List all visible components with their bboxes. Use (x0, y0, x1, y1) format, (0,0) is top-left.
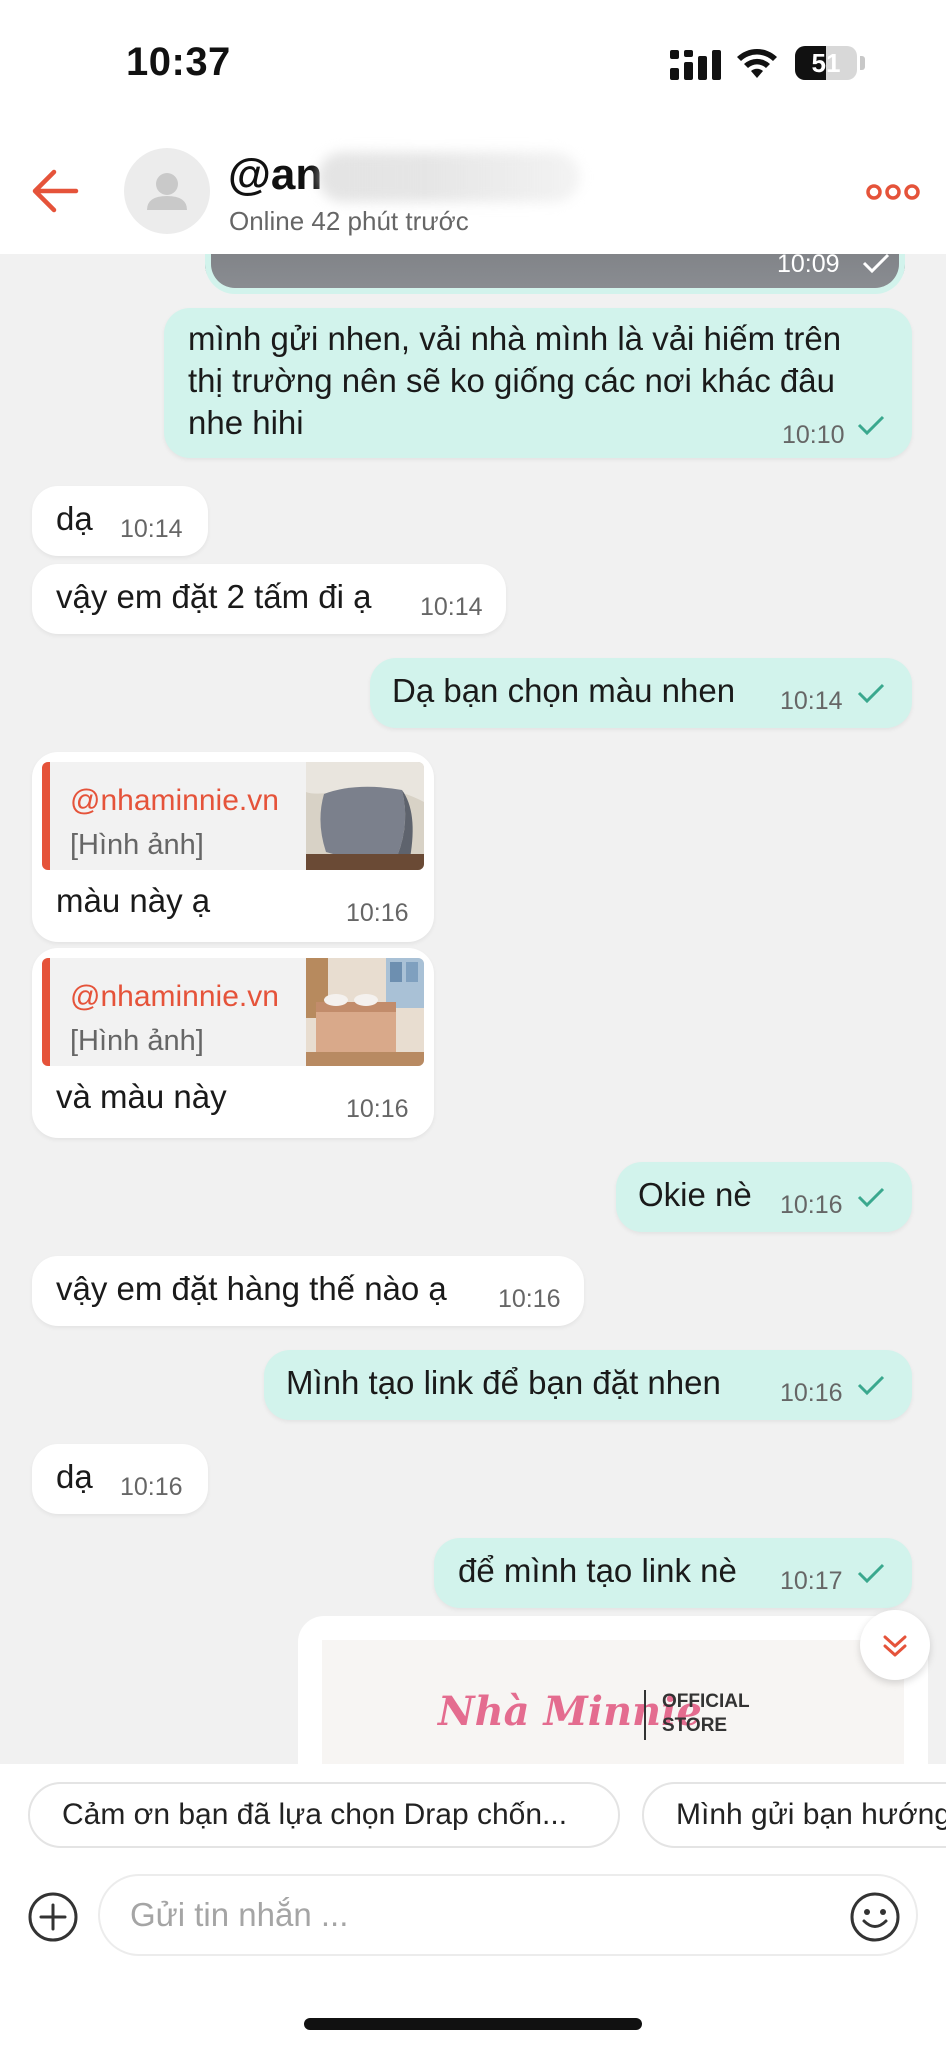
signal-icon (670, 50, 721, 80)
store-line: STORE (662, 1715, 728, 1736)
wifi-icon (737, 49, 777, 78)
product-banner: Nhà Minnie OFFICIAL STORE (322, 1640, 904, 1764)
message-bubble[interactable]: vậy em đặt hàng thế nào ạ 10:16 (32, 1256, 584, 1326)
chat-header: @an Online 42 phút trước (0, 130, 946, 254)
quote-username: @nhaminnie.vn (70, 784, 279, 817)
message-bubble[interactable]: vậy em đặt 2 tấm đi ạ 10:14 (32, 564, 506, 634)
message-text: màu này ạ (56, 882, 211, 919)
message-bubble[interactable]: Mình tạo link để bạn đặt nhen 10:16 (264, 1350, 912, 1420)
quote-thumbnail[interactable] (306, 958, 424, 1066)
status-bar: 10:37 51 (0, 0, 946, 130)
brand-divider (644, 1690, 646, 1740)
message-time: 10:16 (780, 1379, 843, 1407)
message-text: nhe hihi (188, 404, 304, 441)
message-time: 10:14 (120, 515, 183, 543)
message-time: 10:10 (782, 421, 845, 449)
battery-icon: 51 (795, 46, 857, 80)
emoji-icon[interactable] (848, 1890, 902, 1944)
official-line: OFFICIAL (662, 1691, 750, 1712)
contact-name[interactable]: @an (228, 150, 322, 200)
quick-reply-chip[interactable]: Mình gửi bạn hướng (642, 1782, 946, 1848)
message-text: vậy em đặt 2 tấm đi ạ (56, 578, 372, 615)
quick-reply-chip[interactable]: Cảm ơn bạn đã lựa chọn Drap chốn... (28, 1782, 620, 1848)
quick-reply-bar[interactable]: Cảm ơn bạn đã lựa chọn Drap chốn... Mình… (0, 1764, 946, 1868)
message-time: 10:14 (420, 593, 483, 621)
message-bubble[interactable]: @nhaminnie.vn [Hình ảnh] và màu này 10:1… (32, 948, 434, 1138)
double-chevron-down-icon (883, 1635, 907, 1657)
message-bubble[interactable]: Okie nè 10:16 (616, 1162, 912, 1232)
user-placeholder-icon (147, 173, 187, 210)
check-icon (857, 683, 885, 704)
message-text: dạ (56, 500, 93, 537)
message-text: Dạ bạn chọn màu nhen (392, 672, 736, 709)
message-bubble[interactable]: dạ 10:16 (32, 1444, 208, 1514)
quote-accent-bar (42, 762, 50, 870)
official-store-label: OFFICIAL STORE (662, 1690, 750, 1738)
avatar[interactable] (124, 148, 210, 234)
quote-type: [Hình ảnh] (70, 1025, 204, 1057)
product-link-card[interactable]: Nhà Minnie OFFICIAL STORE (298, 1616, 928, 1764)
message-bubble[interactable]: mình gửi nhen, vải nhà mình là vải hiếm … (164, 308, 912, 458)
quoted-message[interactable]: @nhaminnie.vn [Hình ảnh] (42, 762, 424, 870)
status-time: 10:37 (126, 40, 231, 84)
plus-circle-icon[interactable] (26, 1890, 80, 1944)
message-bubble[interactable]: để mình tạo link nè 10:17 (434, 1538, 912, 1608)
message-time: 10:14 (780, 687, 843, 715)
message-text: thị trường nên sẽ ko giống các nơi khác … (188, 362, 835, 399)
message-time: 10:16 (498, 1285, 561, 1313)
quoted-message[interactable]: @nhaminnie.vn [Hình ảnh] (42, 958, 424, 1066)
check-icon (857, 1375, 885, 1396)
composer (0, 1868, 946, 2048)
message-text: để mình tạo link nè (458, 1552, 737, 1589)
quote-thumbnail[interactable] (306, 762, 424, 870)
message-text: Okie nè (638, 1176, 752, 1213)
message-text: mình gửi nhen, vải nhà mình là vải hiếm … (188, 320, 842, 357)
message-time: 10:16 (346, 899, 409, 927)
message-bubble[interactable]: Dạ bạn chọn màu nhen 10:14 (370, 658, 912, 728)
check-icon (857, 1187, 885, 1208)
message-time: 10:16 (120, 1473, 183, 1501)
battery-cap (860, 56, 865, 70)
message-input[interactable] (98, 1874, 918, 1956)
scroll-to-bottom-button[interactable] (860, 1610, 930, 1680)
quote-accent-bar (42, 958, 50, 1066)
message-text: dạ (56, 1458, 93, 1495)
quote-type: [Hình ảnh] (70, 829, 204, 861)
message-bubble[interactable]: @nhaminnie.vn [Hình ảnh] màu này ạ 10:16 (32, 752, 434, 942)
name-redaction (318, 152, 580, 202)
message-text: vậy em đặt hàng thế nào ạ (56, 1270, 447, 1307)
more-dots-icon[interactable] (866, 174, 920, 210)
home-indicator (304, 2018, 642, 2030)
message-text: Mình tạo link để bạn đặt nhen (286, 1364, 721, 1401)
message-time: 10:17 (780, 1567, 843, 1595)
message-time: 10:16 (346, 1095, 409, 1123)
message-time: 10:16 (780, 1191, 843, 1219)
battery-level: 51 (811, 48, 841, 78)
chat-messages[interactable]: 10:09 mình gửi nhen, vải nhà mình là vải… (0, 254, 946, 1764)
check-icon (857, 1563, 885, 1584)
contact-status: Online 42 phút trước (229, 206, 469, 236)
image-border (205, 254, 905, 294)
back-button[interactable] (24, 156, 94, 226)
message-bubble[interactable]: dạ 10:14 (32, 486, 208, 556)
message-text: và màu này (56, 1078, 227, 1115)
quote-username: @nhaminnie.vn (70, 980, 279, 1013)
check-icon (857, 415, 885, 436)
